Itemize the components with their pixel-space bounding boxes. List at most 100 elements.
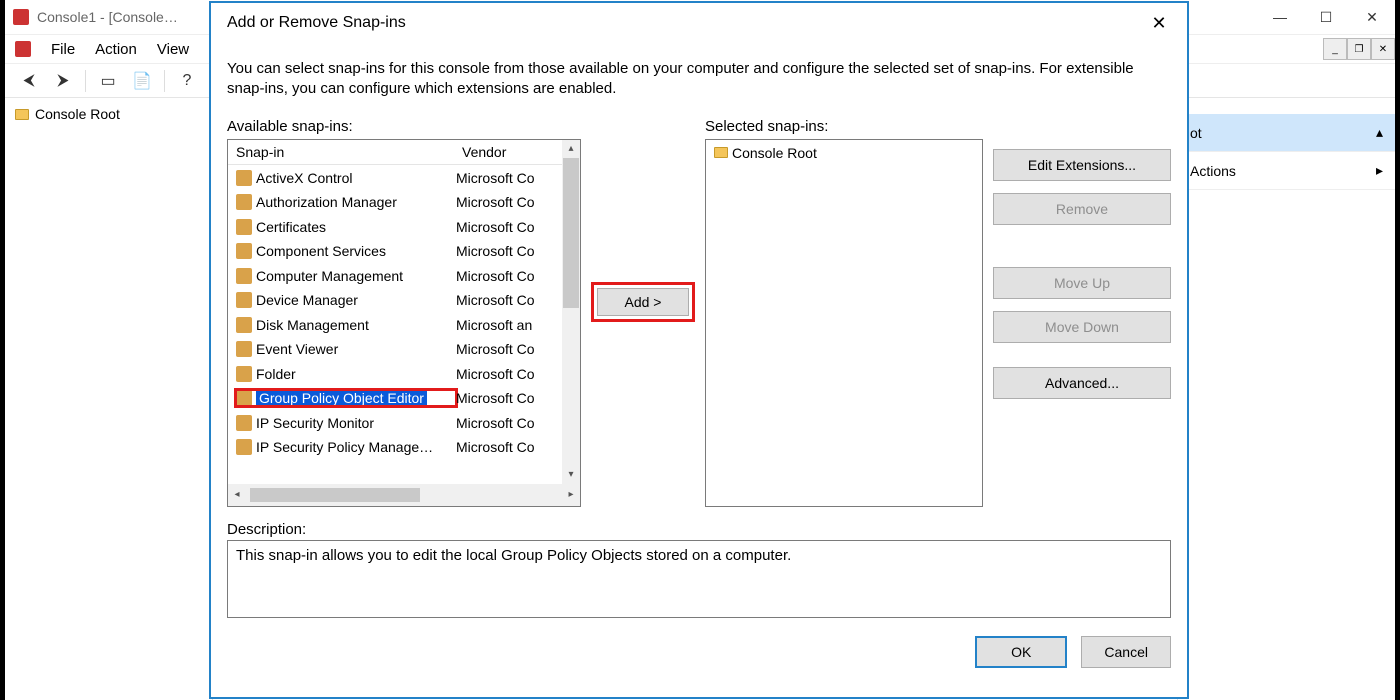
back-button[interactable]: ⮜ [15,67,43,95]
collapse-icon: ▴ [1376,124,1383,141]
remove-button[interactable]: Remove [993,193,1171,225]
menu-file[interactable]: File [51,41,75,58]
snapin-name: Authorization Manager [256,194,397,210]
maximize-button[interactable]: ☐ [1303,0,1349,34]
snapin-name: Folder [256,366,296,382]
mmc-app-icon [13,9,29,25]
snapin-vendor: Microsoft Co [456,415,554,431]
snapin-vendor: Microsoft Co [456,243,554,259]
snapin-name: Certificates [256,219,326,235]
col-vendor[interactable]: Vendor [462,144,506,160]
snapin-row[interactable]: Device Manager Microsoft Co [228,288,562,313]
mdi-minimize-button[interactable]: _ [1323,38,1347,60]
mmc-doc-icon [15,41,31,57]
move-up-button[interactable]: Move Up [993,267,1171,299]
toolbar-separator [164,70,165,92]
console-tree-pane[interactable]: Console Root [5,98,213,700]
description-label: Description: [227,521,1171,538]
scroll-thumb[interactable] [563,158,579,308]
tree-root-label: Console Root [35,106,120,122]
snapin-vendor: Microsoft Co [456,366,554,382]
move-down-button[interactable]: Move Down [993,311,1171,343]
snapin-vendor: Microsoft Co [456,268,554,284]
available-snapins-label: Available snap-ins: [227,118,581,135]
actions-header [1178,98,1395,114]
snapin-vendor: Microsoft Co [456,170,554,186]
snapin-icon [236,219,252,235]
actions-row-root[interactable]: ot ▴ [1178,114,1395,152]
snapin-row[interactable]: Folder Microsoft Co [228,362,562,387]
snapin-vendor: Microsoft Co [456,439,554,455]
selected-snapins-list[interactable]: Console Root [705,139,983,507]
snapin-vendor: Microsoft Co [456,194,554,210]
scroll-down-icon[interactable]: ▾ [562,466,580,484]
menu-view[interactable]: View [157,41,189,58]
snapin-row[interactable]: IP Security Monitor Microsoft Co [228,411,562,436]
minimize-button[interactable]: — [1257,0,1303,34]
add-button-highlight: Add > [591,282,695,322]
snapin-icon [236,390,252,406]
mdi-restore-button[interactable]: ❐ [1347,38,1371,60]
advanced-button[interactable]: Advanced... [993,367,1171,399]
snapin-row[interactable]: Component ServicesMicrosoft Co [228,239,562,264]
snapin-row[interactable]: Disk ManagementMicrosoft an [228,313,562,338]
snapin-name: Device Manager [256,292,358,308]
snapin-row[interactable]: Computer ManagementMicrosoft Co [228,264,562,289]
snapin-row[interactable]: Certificates Microsoft Co [228,215,562,240]
vertical-scrollbar[interactable]: ▴ ▾ [562,140,580,484]
help-button[interactable]: ? [173,67,201,95]
chevron-right-icon: ▸ [1376,162,1383,179]
export-list-button[interactable]: 📄 [128,67,156,95]
snapin-vendor: Microsoft Co [456,341,554,357]
snapin-icon [236,194,252,210]
dialog-intro-text: You can select snap-ins for this console… [227,59,1171,100]
snapin-row[interactable]: Event ViewerMicrosoft Co [228,337,562,362]
snapin-icon [236,243,252,259]
snapin-name: IP Security Monitor [256,415,374,431]
scroll-left-icon[interactable]: ◂ [228,486,246,504]
selected-root-label: Console Root [732,145,817,161]
snapin-vendor: Microsoft an [456,317,554,333]
ok-button[interactable]: OK [975,636,1067,668]
horizontal-scrollbar[interactable]: ◂ ▸ [228,484,580,506]
selected-snapins-label: Selected snap-ins: [705,118,983,135]
scroll-up-icon[interactable]: ▴ [562,140,580,158]
available-snapins-list[interactable]: Snap-in Vendor ActiveX ControlMicrosoft … [227,139,581,507]
snapin-icon [236,341,252,357]
snapin-vendor: Microsoft Co [456,219,554,235]
available-header-row[interactable]: Snap-in Vendor [228,140,580,165]
col-snapin[interactable]: Snap-in [236,144,462,160]
snapin-row[interactable]: Authorization Manager Microsoft Co [228,190,562,215]
snapin-name: IP Security Policy Manage… [256,439,433,455]
snapin-icon [236,268,252,284]
folder-icon [714,147,728,158]
forward-button[interactable]: ⮞ [49,67,77,95]
add-button[interactable]: Add > [597,288,689,316]
close-button[interactable]: ✕ [1349,0,1395,34]
toolbar-separator [85,70,86,92]
snapin-row[interactable]: ActiveX ControlMicrosoft Co [228,166,562,191]
snapin-row[interactable]: IP Security Policy Manage… Microsoft Co [228,435,562,460]
snapin-icon [236,170,252,186]
edit-extensions-button[interactable]: Edit Extensions... [993,149,1171,181]
add-remove-snapins-dialog: Add or Remove Snap-ins ✕ You can select … [210,2,1188,698]
mdi-close-button[interactable]: ✕ [1371,38,1395,60]
actions-root-label: ot [1190,125,1202,141]
menu-action[interactable]: Action [95,41,137,58]
snapin-vendor: Microsoft Co [456,292,554,308]
scroll-right-icon[interactable]: ▸ [562,486,580,504]
cancel-button[interactable]: Cancel [1081,636,1171,668]
snapin-icon [236,292,252,308]
snapin-name: Group Policy Object Editor [256,390,427,406]
actions-row-more[interactable]: Actions ▸ [1178,152,1395,190]
dialog-close-button[interactable]: ✕ [1139,7,1179,39]
tree-console-root[interactable]: Console Root [11,104,206,124]
selected-root-item[interactable]: Console Root [706,140,982,166]
description-text: This snap-in allows you to edit the loca… [236,547,791,564]
folder-icon [15,109,29,120]
show-hide-tree-button[interactable]: ▭ [94,67,122,95]
hscroll-thumb[interactable] [250,488,420,502]
snapin-icon [236,317,252,333]
mmc-title: Console1 - [Console… [37,9,178,25]
snapin-row[interactable]: Group Policy Object EditorMicrosoft Co [228,386,562,411]
